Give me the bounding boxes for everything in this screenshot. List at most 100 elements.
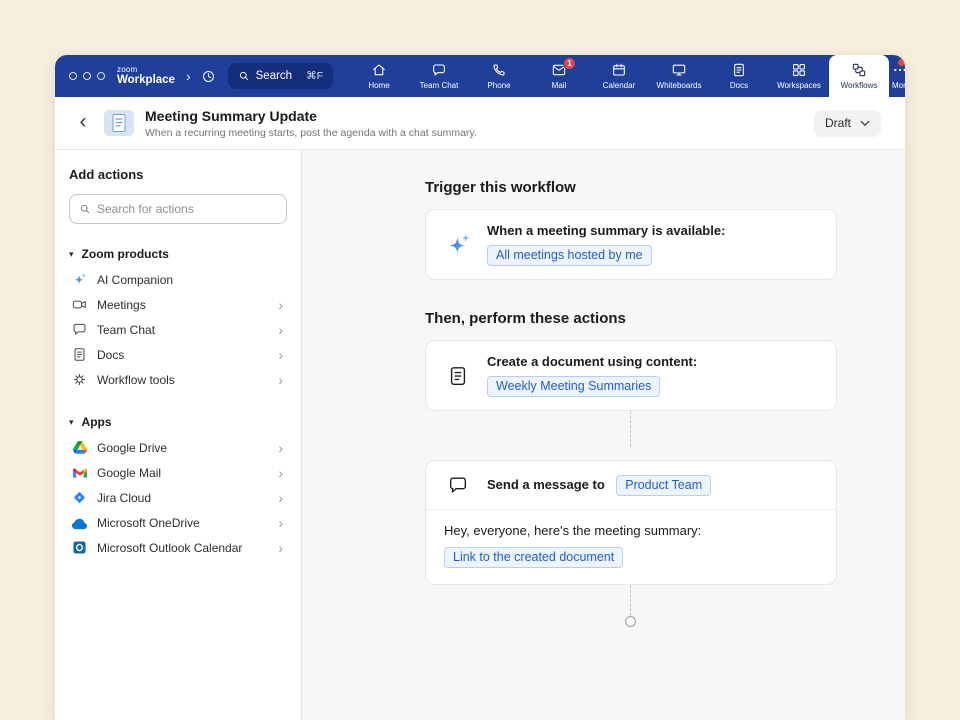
send-message-text: Send a message to [487,477,605,492]
app-window: zoom Workplace › Search ⌘F Home Team Cha… [55,55,905,720]
window-control-dot[interactable] [97,72,105,80]
chevron-right-icon: › [278,373,285,387]
chevron-right-icon: › [278,298,285,312]
recipient-chip[interactable]: Product Team [616,475,711,496]
meetings-icon [71,297,88,312]
workflow-header: ‹ Meeting Summary Update When a recurrin… [55,97,905,150]
search-actions-input[interactable] [97,202,277,216]
window-controls [69,72,105,80]
topnav-left: zoom Workplace › Search ⌘F [55,55,333,97]
search-icon [238,70,250,82]
connector-line [630,411,631,447]
docs-icon [71,347,88,362]
ai-sparkle-icon [444,232,472,258]
workflow-flow: Trigger this workflow When a meeting sum… [425,179,837,627]
send-message-card[interactable]: Send a message to Product Team Hey, ever… [425,460,837,585]
workspaces-icon [791,62,807,78]
ai-companion-icon [71,272,88,287]
chevron-right-icon: › [278,516,285,530]
home-icon [371,62,387,78]
create-document-content: Create a document using content: Weekly … [487,354,697,397]
nav-item-more[interactable]: More [889,55,905,97]
outlook-calendar-icon [71,541,88,554]
workflow-canvas: Trigger this workflow When a meeting sum… [302,150,905,720]
mail-badge: 1 [563,57,576,70]
onedrive-icon [71,515,88,530]
sidebar-item-jira-cloud[interactable]: Jira Cloud › [69,485,287,510]
chat-bubble-icon [444,474,472,496]
back-button[interactable]: ‹ [73,111,93,135]
logo-workplace-text: Workplace [117,75,175,87]
gear-icon [71,372,88,387]
chevron-right-icon: › [278,541,285,555]
docs-icon [731,62,747,78]
notification-dot [898,59,905,66]
chevron-right-icon[interactable]: › [185,69,192,83]
nav-item-whiteboards[interactable]: Whiteboards [649,55,709,97]
nav-item-team-chat[interactable]: Team Chat [409,55,469,97]
nav-item-phone[interactable]: Phone [469,55,529,97]
chevron-right-icon: › [278,466,285,480]
search-shortcut: ⌘F [306,70,323,82]
chevron-right-icon: › [278,323,285,337]
trigger-heading: Trigger this workflow [425,179,837,196]
nav-item-workspaces[interactable]: Workspaces [769,55,829,97]
chevron-down-icon [860,120,870,127]
document-content-chip[interactable]: Weekly Meeting Summaries [487,376,660,397]
status-dropdown[interactable]: Draft [814,110,881,137]
add-step-node[interactable] [625,616,636,627]
workflow-title: Meeting Summary Update [145,108,477,124]
message-body-text: Hey, everyone, here's the meeting summar… [444,523,818,538]
connector-line [630,585,631,616]
workflow-title-block: Meeting Summary Update When a recurring … [145,108,477,139]
jira-icon [71,491,88,504]
nav-item-mail[interactable]: 1 Mail [529,55,589,97]
phone-icon [491,62,507,78]
chevron-right-icon: › [278,491,285,505]
topnav-items: Home Team Chat Phone 1 Mail Calendar [349,55,905,97]
actions-search[interactable] [69,194,287,224]
actions-sidebar: Add actions ▾ Zoom products AI Companion… [55,150,302,720]
gmail-icon [71,467,88,478]
google-drive-icon [71,441,88,454]
section-apps[interactable]: ▾ Apps [69,415,287,429]
window-control-dot[interactable] [69,72,77,80]
global-search[interactable]: Search ⌘F [228,63,333,89]
zoom-workplace-logo: zoom Workplace [117,66,175,87]
content-area: Add actions ▾ Zoom products AI Companion… [55,150,905,720]
trigger-scope-chip[interactable]: All meetings hosted by me [487,245,652,266]
nav-item-home[interactable]: Home [349,55,409,97]
create-document-text: Create a document using content: [487,354,697,369]
caret-down-icon: ▾ [69,418,74,427]
team-chat-icon [71,322,88,337]
trigger-card-text: When a meeting summary is available: [487,223,725,238]
logo-zoom-text: zoom [117,66,175,74]
search-icon [79,203,91,215]
sidebar-title: Add actions [69,167,287,182]
nav-item-calendar[interactable]: Calendar [589,55,649,97]
sidebar-item-workflow-tools[interactable]: Workflow tools › [69,367,287,392]
trigger-card-content: When a meeting summary is available: All… [487,223,725,266]
create-document-card[interactable]: Create a document using content: Weekly … [425,340,837,411]
workflow-thumbnail [104,110,134,136]
caret-down-icon: ▾ [69,250,74,259]
history-icon[interactable] [201,69,216,84]
search-label: Search [256,70,292,82]
nav-item-workflows[interactable]: Workflows [829,55,889,97]
sidebar-item-google-drive[interactable]: Google Drive › [69,435,287,460]
section-zoom-products[interactable]: ▾ Zoom products [69,247,287,261]
trigger-card[interactable]: When a meeting summary is available: All… [425,209,837,280]
team-chat-icon [431,62,447,78]
actions-heading: Then, perform these actions [425,310,837,327]
sidebar-item-docs[interactable]: Docs › [69,342,287,367]
sidebar-item-ai-companion[interactable]: AI Companion [69,267,287,292]
calendar-icon [611,62,627,78]
window-control-dot[interactable] [83,72,91,80]
sidebar-item-meetings[interactable]: Meetings › [69,292,287,317]
sidebar-item-google-mail[interactable]: Google Mail › [69,460,287,485]
sidebar-item-team-chat[interactable]: Team Chat › [69,317,287,342]
document-link-chip[interactable]: Link to the created document [444,547,623,568]
nav-item-docs[interactable]: Docs [709,55,769,97]
sidebar-item-microsoft-outlook-calendar[interactable]: Microsoft Outlook Calendar › [69,535,287,560]
sidebar-item-microsoft-onedrive[interactable]: Microsoft OneDrive › [69,510,287,535]
